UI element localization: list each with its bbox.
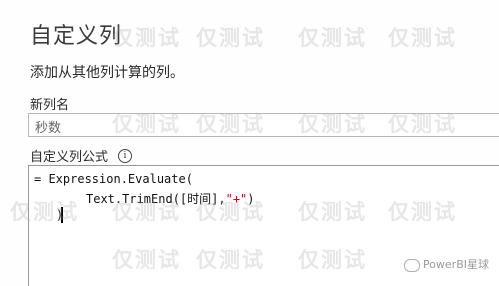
new-column-name-input[interactable]: 秒数 — [28, 113, 499, 137]
custom-column-dialog: 自定义列 添加从其他列计算的列。 新列名 秒数 自定义列公式 i = Expre… — [0, 0, 499, 286]
dialog-description: 添加从其他列计算的列。 — [30, 65, 184, 81]
source-logo: PowerBI星球 — [403, 256, 489, 272]
dialog-title: 自定义列 — [30, 24, 123, 49]
new-column-name-label: 新列名 — [30, 98, 70, 113]
chat-bubble-icon — [403, 258, 420, 272]
text-caret — [61, 207, 63, 223]
formula-line-1: = Expression.Evaluate( — [34, 172, 193, 186]
formula-line-2-string: "+" — [225, 192, 248, 206]
source-logo-text: PowerBI星球 — [422, 258, 489, 271]
info-icon[interactable]: i — [118, 149, 132, 163]
formula-line-2-close: ) — [247, 192, 255, 206]
formula-line-2-code: Text.TrimEnd([时间], — [86, 192, 226, 206]
formula-line-2: Text.TrimEnd([时间],"+") — [86, 190, 255, 207]
custom-column-formula-label: 自定义列公式 — [30, 150, 109, 165]
